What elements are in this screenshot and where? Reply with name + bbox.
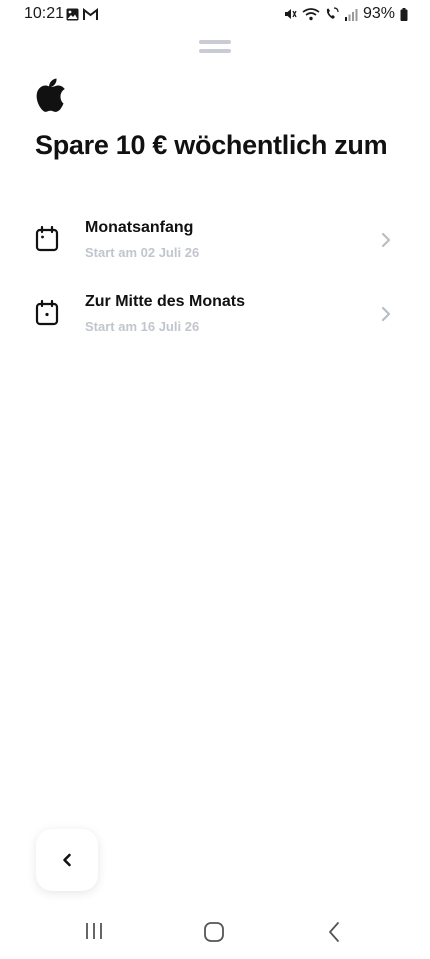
status-time: 10:21 [24,5,65,22]
home-icon[interactable] [203,921,225,943]
option-subtitle: Start am 16 Juli 26 [85,319,200,334]
page-title: Spare 10 € wöchentlich zum [35,130,388,160]
option-row-monatsanfang[interactable]: Monatsanfang Start am 02 Juli 26 [0,206,430,276]
option-subtitle: Start am 02 Juli 26 [85,245,200,260]
recents-icon[interactable] [84,922,104,940]
wifi-icon [302,8,320,21]
apple-logo [36,78,65,112]
calendar-mid-icon [35,300,59,326]
chevron-right-icon [381,306,391,322]
status-bar: 10:21 93% [0,0,430,30]
wifi-call-icon [326,7,339,19]
option-row-mitte-des-monats[interactable]: Zur Mitte des Monats Start am 16 Juli 26 [0,280,430,350]
mute-icon [284,9,297,19]
system-nav-bar [0,912,430,959]
back-button[interactable] [36,829,98,891]
signal-icon [344,8,358,21]
option-title: Zur Mitte des Monats [85,293,246,310]
gmail-icon [83,8,98,20]
back-icon[interactable] [327,921,341,943]
battery-icon [400,7,408,21]
sheet-drag-handle[interactable] [199,40,231,54]
calendar-icon [35,226,59,252]
battery-percent: 93% [362,5,395,22]
option-title: Monatsanfang [85,219,194,236]
chevron-right-icon [381,232,391,248]
gallery-icon [66,8,79,21]
chevron-left-icon [63,853,71,867]
